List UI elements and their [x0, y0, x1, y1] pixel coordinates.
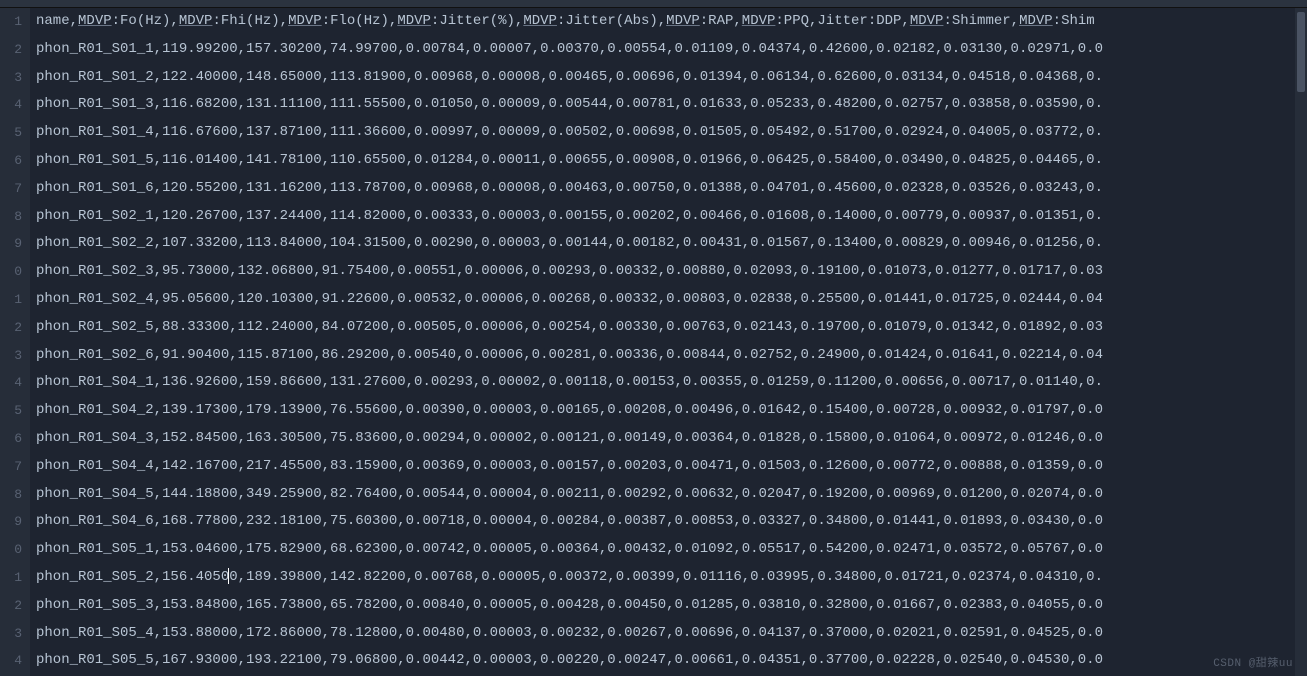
header-keyword: MDVP: [523, 13, 557, 29]
line-number: 2: [0, 314, 22, 342]
vertical-scrollbar[interactable]: [1295, 8, 1307, 676]
csv-data-line: phon_R01_S02_2,107.33200,113.84000,104.3…: [36, 230, 1307, 258]
header-prefix: name,: [36, 13, 78, 29]
line-number: 1: [0, 564, 22, 592]
line-number: 6: [0, 425, 22, 453]
line-number: 3: [0, 64, 22, 92]
window-topbar: [0, 0, 1307, 8]
code-area[interactable]: name,MDVP:Fo(Hz),MDVP:Fhi(Hz),MDVP:Flo(H…: [30, 8, 1307, 676]
line-number: 8: [0, 481, 22, 509]
csv-data-line: phon_R01_S04_1,136.92600,159.86600,131.2…: [36, 369, 1307, 397]
line-number: 0: [0, 536, 22, 564]
line-number: 4: [0, 647, 22, 675]
line-number: 6: [0, 147, 22, 175]
header-keyword: MDVP: [78, 13, 112, 29]
csv-data-line: phon_R01_S05_3,153.84800,165.73800,65.78…: [36, 592, 1307, 620]
csv-data-line: phon_R01_S04_5,144.18800,349.25900,82.76…: [36, 481, 1307, 509]
csv-data-line: phon_R01_S04_4,142.16700,217.45500,83.15…: [36, 453, 1307, 481]
header-keyword: MDVP: [666, 13, 700, 29]
csv-data-line: 💡phon_R01_S05_1,153.04600,175.82900,68.6…: [36, 536, 1307, 564]
csv-data-line: phon_R01_S01_6,120.55200,131.16200,113.7…: [36, 175, 1307, 203]
scrollbar-thumb[interactable]: [1297, 12, 1305, 92]
csv-data-line: phon_R01_S05_5,167.93000,193.22100,79.06…: [36, 647, 1307, 675]
csv-header-line: name,MDVP:Fo(Hz),MDVP:Fhi(Hz),MDVP:Flo(H…: [36, 8, 1307, 36]
line-number: 7: [0, 175, 22, 203]
line-number: 4: [0, 369, 22, 397]
header-keyword: MDVP: [910, 13, 944, 29]
csv-data-line: phon_R01_S02_3,95.73000,132.06800,91.754…: [36, 258, 1307, 286]
line-number-gutter: 123456789012345678901234: [0, 8, 30, 676]
line-number: 5: [0, 119, 22, 147]
line-number: 2: [0, 592, 22, 620]
csv-data-line: phon_R01_S02_5,88.33300,112.24000,84.072…: [36, 314, 1307, 342]
line-number: 5: [0, 397, 22, 425]
csv-data-line: phon_R01_S05_4,153.88000,172.86000,78.12…: [36, 620, 1307, 648]
header-keyword: MDVP: [742, 13, 776, 29]
line-number: 8: [0, 203, 22, 231]
line-number: 4: [0, 91, 22, 119]
header-keyword: MDVP: [288, 13, 322, 29]
csv-data-line: phon_R01_S02_1,120.26700,137.24400,114.8…: [36, 203, 1307, 231]
line-number: 9: [0, 508, 22, 536]
csv-data-line: phon_R01_S01_2,122.40000,148.65000,113.8…: [36, 64, 1307, 92]
header-keyword: MDVP: [1019, 13, 1053, 29]
line-number: 1: [0, 286, 22, 314]
csv-data-line: phon_R01_S04_6,168.77800,232.18100,75.60…: [36, 508, 1307, 536]
line-number: 7: [0, 453, 22, 481]
line-number: 3: [0, 620, 22, 648]
code-editor[interactable]: 123456789012345678901234 name,MDVP:Fo(Hz…: [0, 8, 1307, 676]
csv-data-line: phon_R01_S04_3,152.84500,163.30500,75.83…: [36, 425, 1307, 453]
watermark-text: CSDN @甜辣uu: [1213, 654, 1293, 670]
line-number: 0: [0, 258, 22, 286]
csv-data-line: phon_R01_S02_6,91.90400,115.87100,86.292…: [36, 342, 1307, 370]
csv-data-line: phon_R01_S01_5,116.01400,141.78100,110.6…: [36, 147, 1307, 175]
csv-data-line: phon_R01_S02_4,95.05600,120.10300,91.226…: [36, 286, 1307, 314]
csv-data-line: phon_R01_S01_1,119.99200,157.30200,74.99…: [36, 36, 1307, 64]
line-number: 9: [0, 230, 22, 258]
header-keyword: MDVP: [179, 13, 213, 29]
csv-data-line: phon_R01_S05_2,156.40500,189.39800,142.8…: [36, 564, 1307, 592]
csv-data-line: phon_R01_S01_3,116.68200,131.11100,111.5…: [36, 91, 1307, 119]
header-keyword: MDVP: [397, 13, 431, 29]
csv-data-line: phon_R01_S01_4,116.67600,137.87100,111.3…: [36, 119, 1307, 147]
line-number: 1: [0, 8, 22, 36]
line-number: 3: [0, 342, 22, 370]
line-number: 2: [0, 36, 22, 64]
csv-data-line: phon_R01_S04_2,139.17300,179.13900,76.55…: [36, 397, 1307, 425]
